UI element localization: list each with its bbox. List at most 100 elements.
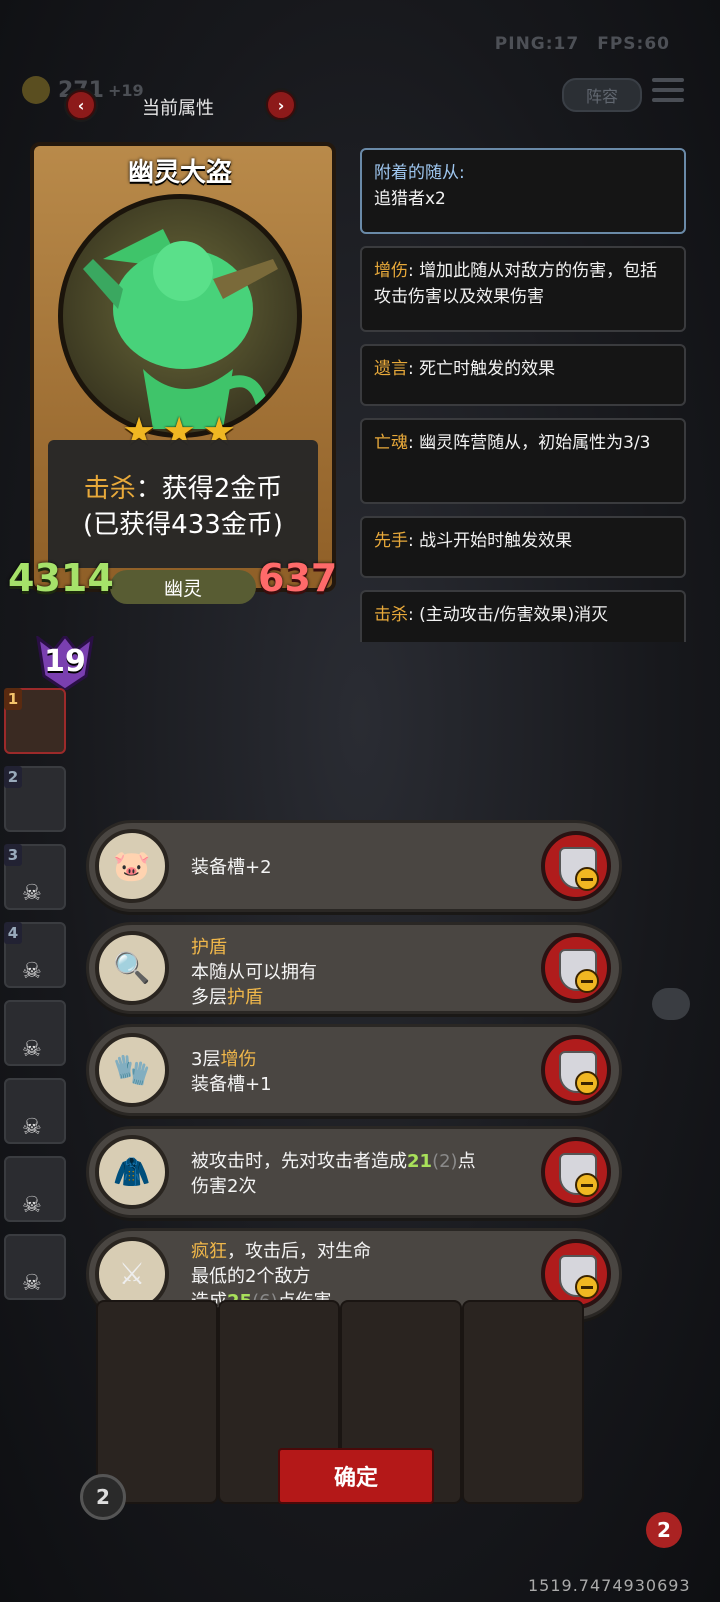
armored-glove-icon: 🧤 <box>95 1033 169 1107</box>
equipment-line: 点 <box>457 1151 476 1172</box>
menu-icon[interactable] <box>652 78 684 106</box>
kill-keyword: 击杀 <box>83 474 136 504</box>
level-badge: 19 <box>34 633 96 692</box>
equipment-desc: 装备槽+2 <box>191 855 272 880</box>
keyword-name: 先手 <box>374 531 408 551</box>
ghost-thief-portrait <box>58 194 302 438</box>
keyword-name: 击杀 <box>374 605 408 625</box>
keyword-desc: : 战斗开始时触发效果 <box>408 531 573 551</box>
skull-icon: ☠ <box>22 881 42 906</box>
confirm-button[interactable]: 确定 <box>278 1448 434 1504</box>
equipment-keyword: 增伤 <box>220 1049 257 1070</box>
equipment-desc: 护盾 本随从可以拥有 多层护盾 <box>191 935 317 1010</box>
network-status: PING:17 FPS:60 <box>477 34 670 54</box>
skull-icon: ☠ <box>22 1271 42 1296</box>
keyword-desc: : (主动攻击/伤害效果)消灭 <box>408 605 609 625</box>
page-title: 当前属性 <box>142 98 214 119</box>
remove-equipment-button[interactable] <box>541 1035 611 1105</box>
gold-gained-text: (已获得433金币) <box>83 510 283 540</box>
slot-number: 1 <box>4 688 22 710</box>
equipment-line: 被攻击时，先对攻击者造成 <box>191 1151 407 1172</box>
red-cloak-icon: 🧥 <box>95 1135 169 1209</box>
keyword-desc: : 幽灵阵营随从，初始属性为3/3 <box>408 433 651 453</box>
base-value: (2) <box>432 1151 458 1172</box>
attached-minions-panel: 附着的随从: 追猎者x2 <box>360 148 686 234</box>
fps-readout: FPS:60 <box>597 34 670 54</box>
minus-icon <box>575 1275 599 1299</box>
skull-icon: ☠ <box>22 1037 42 1062</box>
reroll-counter[interactable]: 2 <box>80 1474 126 1520</box>
minus-icon <box>575 969 599 993</box>
minion-card: 幽灵大盗 ★ ★ ★ 击杀：获得2金币 (已获得433金币) 幽灵 4314 6… <box>8 142 337 622</box>
keyword-name: 增伤 <box>374 261 408 281</box>
magic-mirror-icon: 🔍 <box>95 931 169 1005</box>
tribe-label: 幽灵 <box>110 570 256 604</box>
team-slot[interactable]: 4 ☠ <box>4 922 66 988</box>
coordinate-readout: 1519.7474930693 <box>528 1576 691 1595</box>
equipment-keyword: 护盾 <box>191 937 227 958</box>
equipment-desc: 3层增伤 装备槽+1 <box>191 1047 272 1097</box>
hero-badge: 2 <box>646 1512 682 1548</box>
level-number: 19 <box>44 644 86 679</box>
equipment-line: 装备槽+2 <box>191 857 272 878</box>
keyword-desc: : 死亡时触发的效果 <box>408 359 556 379</box>
attached-value: 追猎者x2 <box>374 189 446 209</box>
lineup-button[interactable]: 阵容 <box>562 78 642 112</box>
slot-number: 3 <box>4 844 22 866</box>
team-slot[interactable]: 2 <box>4 766 66 832</box>
equipment-line: 多层 <box>191 987 227 1008</box>
game-screen: PING:17FPS:60 271 +19 阵容 ‹ 当前属性 › 幽灵大盗 ★… <box>0 0 720 1602</box>
kill-reward: ：获得2金币 <box>135 474 283 504</box>
keyword-panel-deathrattle: 遗言: 死亡时触发的效果 <box>360 344 686 406</box>
team-slot[interactable]: 1 <box>4 688 66 754</box>
skull-icon: ☠ <box>22 1115 42 1140</box>
remove-equipment-button[interactable] <box>541 1137 611 1207</box>
equipment-row: 🧤 3层增伤 装备槽+1 <box>86 1024 622 1116</box>
attack-stat: 4314 <box>8 556 114 600</box>
damage-value: 21 <box>407 1151 433 1172</box>
equipment-keyword: 疯狂 <box>191 1241 227 1262</box>
remove-equipment-button[interactable] <box>541 831 611 901</box>
keyword-panel-first-strike: 先手: 战斗开始时触发效果 <box>360 516 686 578</box>
team-slot[interactable]: ☠ <box>4 1078 66 1144</box>
equipment-desc: 被攻击时，先对攻击者造成21(2)点 伤害2次 <box>191 1149 476 1199</box>
slot-number: 2 <box>4 766 22 788</box>
pig-mask-icon: 🐷 <box>95 829 169 903</box>
remove-equipment-button[interactable] <box>541 933 611 1003</box>
coin-icon <box>22 76 50 104</box>
equipment-keyword: 护盾 <box>227 987 263 1008</box>
hand-card[interactable] <box>96 1300 218 1504</box>
team-slot[interactable]: ☠ <box>4 1000 66 1066</box>
keyword-name: 遗言 <box>374 359 408 379</box>
keyword-name: 亡魂 <box>374 433 408 453</box>
minus-icon <box>575 867 599 891</box>
ghost-thief-art <box>83 229 278 429</box>
equipment-line: 伤害2次 <box>191 1176 257 1197</box>
hand-card[interactable] <box>462 1300 584 1504</box>
equipment-line: 装备槽+1 <box>191 1074 272 1095</box>
card-name: 幽灵大盗 <box>127 157 232 188</box>
skull-icon: ☠ <box>22 1193 42 1218</box>
keyword-panel-damage-boost: 增伤: 增加此随从对敌方的伤害，包括攻击伤害以及效果伤害 <box>360 246 686 332</box>
equipment-line: 本随从可以拥有 <box>191 962 317 983</box>
equipment-row: 🐷 装备槽+2 <box>86 820 622 912</box>
equipment-line: 最低的2个敌方 <box>191 1266 311 1287</box>
prev-arrow-button[interactable]: ‹ <box>66 90 96 120</box>
slot-number: 4 <box>4 922 22 944</box>
keyword-desc: : 增加此随从对敌方的伤害，包括攻击伤害以及效果伤害 <box>374 261 658 307</box>
equipment-row: 🔍 护盾 本随从可以拥有 多层护盾 <box>86 922 622 1014</box>
remove-equipment-button[interactable] <box>541 1239 611 1309</box>
team-slot[interactable]: ☠ <box>4 1234 66 1300</box>
keyword-panel-revenant: 亡魂: 幽灵阵营随从，初始属性为3/3 <box>360 418 686 504</box>
team-slot[interactable]: ☠ <box>4 1156 66 1222</box>
kill-effect-text: 击杀：获得2金币 <box>48 468 318 505</box>
attached-label: 附着的随从: <box>374 163 465 183</box>
team-slot[interactable]: 3 ☠ <box>4 844 66 910</box>
minus-icon <box>575 1173 599 1197</box>
next-arrow-button[interactable]: › <box>266 90 296 120</box>
equipment-row: 🧥 被攻击时，先对攻击者造成21(2)点 伤害2次 <box>86 1126 622 1218</box>
chat-icon[interactable] <box>652 988 690 1020</box>
skull-icon: ☠ <box>22 959 42 984</box>
equipment-line: ，攻击后，对生命 <box>227 1241 371 1262</box>
minus-icon <box>575 1071 599 1095</box>
